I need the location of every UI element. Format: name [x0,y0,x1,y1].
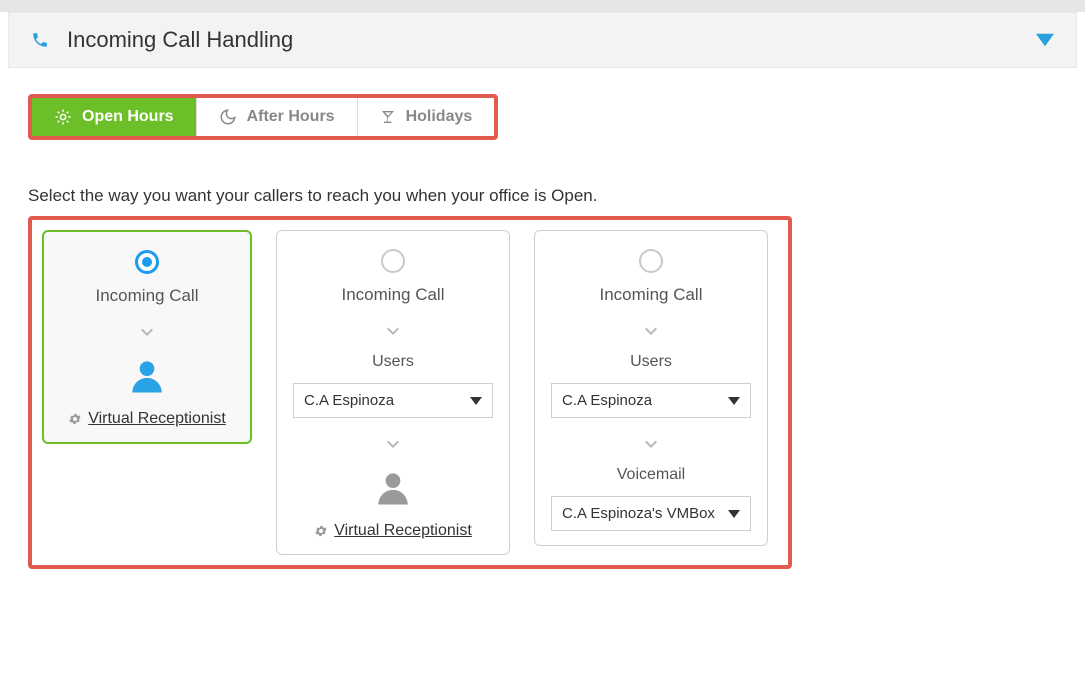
radio-unselected[interactable] [639,249,663,273]
step-incoming-call: Incoming Call [600,285,703,305]
voicemail-select[interactable]: C.A Espinoza's VMBox [551,496,751,531]
tab-after-hours[interactable]: After Hours [197,98,358,136]
users-select[interactable]: C.A Espinoza [293,383,493,418]
tab-label: After Hours [247,108,335,126]
step-incoming-call: Incoming Call [342,285,445,305]
call-flow-options: Incoming Call Virtual Receptionist Incom [28,216,792,569]
option-user-then-voicemail[interactable]: Incoming Call Users C.A Espinoza Voicema… [534,230,768,546]
tab-label: Holidays [406,108,473,126]
chevron-down-icon [728,510,740,518]
select-value: C.A Espinoza's VMBox [562,505,715,522]
users-label: Users [630,353,672,371]
virtual-receptionist-row: Virtual Receptionist [68,410,226,428]
option-user-then-vr[interactable]: Incoming Call Users C.A Espinoza [276,230,510,555]
tab-open-hours[interactable]: Open Hours [32,98,197,136]
step-incoming-call: Incoming Call [96,286,199,306]
tab-holidays[interactable]: Holidays [358,98,495,136]
collapse-caret-icon[interactable] [1036,33,1054,47]
user-icon [371,466,415,510]
option-virtual-receptionist[interactable]: Incoming Call Virtual Receptionist [42,230,252,444]
gear-icon [314,524,328,538]
chevron-down-icon [728,397,740,405]
users-select[interactable]: C.A Espinoza [551,383,751,418]
user-icon [125,354,169,398]
select-value: C.A Espinoza [562,392,652,409]
section-header[interactable]: Incoming Call Handling [8,12,1077,68]
arrow-down-icon [135,318,159,342]
arrow-down-icon [381,430,405,454]
phone-icon [31,31,49,49]
chevron-down-icon [470,397,482,405]
arrow-down-icon [639,430,663,454]
select-value: C.A Espinoza [304,392,394,409]
hours-tabs: Open Hours After Hours Holidays [28,94,498,140]
content-area: Open Hours After Hours Holidays Select t… [0,68,1085,595]
instruction-text: Select the way you want your callers to … [28,186,1057,206]
tab-label: Open Hours [82,108,174,126]
arrow-down-icon [639,317,663,341]
top-strip [0,0,1085,12]
radio-selected[interactable] [135,250,159,274]
martini-icon [380,109,396,125]
section-title: Incoming Call Handling [67,27,293,53]
gear-icon [68,412,82,426]
voicemail-label: Voicemail [617,466,685,484]
users-label: Users [372,353,414,371]
virtual-receptionist-row: Virtual Receptionist [314,522,472,540]
virtual-receptionist-link[interactable]: Virtual Receptionist [88,410,226,428]
radio-unselected[interactable] [381,249,405,273]
arrow-down-icon [381,317,405,341]
virtual-receptionist-link[interactable]: Virtual Receptionist [334,522,472,540]
moon-icon [219,108,237,126]
sun-gear-icon [54,108,72,126]
